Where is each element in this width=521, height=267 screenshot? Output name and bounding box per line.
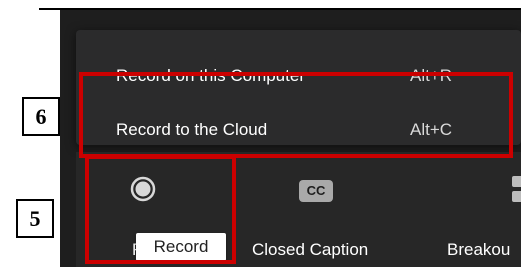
record-tooltip: Record xyxy=(136,233,226,261)
screenshot-stage: Record on this Computer Alt+R Record to … xyxy=(0,0,521,267)
closed-caption-button-label: Closed Caption xyxy=(252,240,369,259)
record-icon xyxy=(130,176,156,202)
record-menu: Record on this Computer Alt+R Record to … xyxy=(76,30,521,145)
menu-item-shortcut: Alt+R xyxy=(410,66,453,85)
menu-item-label: Record to the Cloud xyxy=(116,120,268,139)
callout-number-5: 5 xyxy=(16,199,54,238)
closed-caption-button[interactable]: CC Closed Caption xyxy=(236,152,416,267)
breakout-rooms-button-label: Breakou xyxy=(447,240,511,259)
breakout-rooms-button[interactable]: Breakou xyxy=(436,152,521,267)
closed-caption-icon: CC xyxy=(299,180,333,202)
menu-item-shortcut: Alt+C xyxy=(410,120,453,139)
breakout-rooms-icon xyxy=(512,176,521,206)
record-on-this-computer-menu-item[interactable]: Record on this Computer Alt+R xyxy=(76,59,521,93)
record-to-cloud-menu-item[interactable]: Record to the Cloud Alt+C xyxy=(76,114,521,146)
menu-item-label: Record on this Computer xyxy=(116,66,305,85)
meeting-window: Record on this Computer Alt+R Record to … xyxy=(60,10,521,267)
callout-number-6: 6 xyxy=(22,97,60,136)
